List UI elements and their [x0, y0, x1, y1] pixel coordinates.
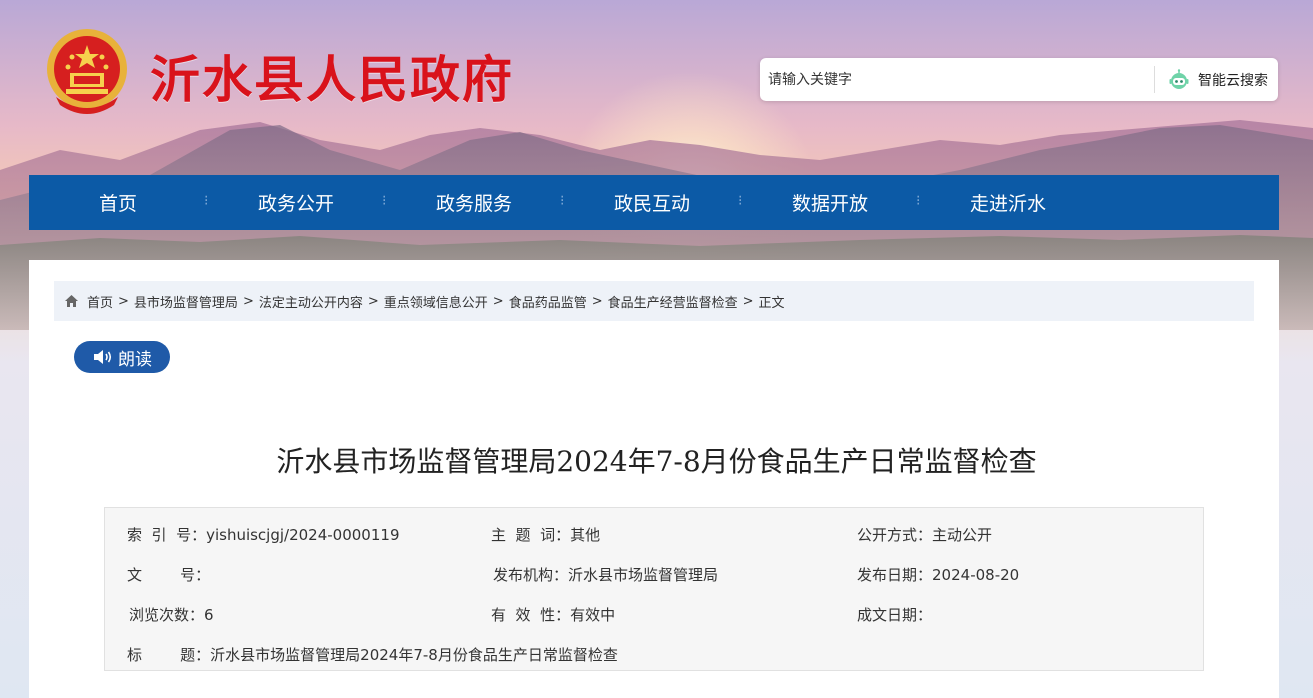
- nav-item-about-yishui[interactable]: 走进沂水: [919, 189, 1097, 216]
- metadata-row: 索 引 号：yishuiscjgj/2024-0000119 主 题 词：其他 …: [105, 524, 1205, 544]
- publisher-label: 发布机构：: [493, 566, 569, 584]
- search-box: 智能云搜索: [760, 58, 1278, 101]
- metadata-row: 标 题：沂水县市场监督管理局2024年7-8月份食品生产日常监督检查: [105, 644, 1205, 664]
- index-label: 索 引 号：: [127, 526, 207, 544]
- breadcrumb: 首页 > 县市场监督管理局 > 法定主动公开内容 > 重点领域信息公开 > 食品…: [54, 281, 1254, 321]
- metadata-topic: 主 题 词：其他: [491, 524, 600, 545]
- metadata-views: 浏览次数：6: [129, 604, 214, 625]
- main-nav: 首页 ⁝ 政务公开 ⁝ 政务服务 ⁝ 政民互动 ⁝ 数据开放 ⁝ 走进沂水: [29, 175, 1279, 230]
- doc-number-label: 文 号：: [127, 566, 211, 584]
- breadcrumb-item-home[interactable]: 首页: [87, 292, 113, 311]
- metadata-publish-date: 发布日期：2024-08-20: [857, 564, 1019, 585]
- breadcrumb-separator: >: [742, 293, 754, 309]
- nav-item-government-services[interactable]: 政务服务: [385, 189, 563, 216]
- breadcrumb-item-food-drug[interactable]: 食品药品监管: [509, 292, 587, 311]
- breadcrumb-item-food-inspection[interactable]: 食品生产经营监督检查: [608, 292, 738, 311]
- title-value: 沂水县市场监督管理局2024年7-8月份食品生产日常监督检查: [210, 646, 618, 664]
- index-value: yishuiscjgj/2024-0000119: [206, 526, 400, 544]
- written-date-label: 成文日期：: [857, 606, 933, 624]
- metadata-publisher: 发布机构：沂水县市场监督管理局: [493, 564, 718, 585]
- breadcrumb-separator: >: [492, 293, 504, 309]
- metadata-row: 浏览次数：6 有 效 性：有效中 成文日期：: [105, 604, 1205, 624]
- views-value: 6: [204, 606, 214, 624]
- title-label: 标 题：: [127, 646, 211, 664]
- document-title: 沂水县市场监督管理局2024年7-8月份食品生产日常监督检查: [276, 445, 1037, 478]
- metadata-title: 标 题：沂水县市场监督管理局2024年7-8月份食品生产日常监督检查: [127, 644, 618, 665]
- search-divider: [1154, 66, 1155, 93]
- nav-item-home[interactable]: 首页: [29, 189, 207, 216]
- views-label: 浏览次数：: [129, 606, 205, 624]
- breadcrumb-separator: >: [591, 293, 603, 309]
- publisher-value: 沂水县市场监督管理局: [568, 566, 719, 584]
- robot-icon: [1169, 68, 1189, 89]
- publish-date-label: 发布日期：: [857, 566, 933, 584]
- nav-item-interaction[interactable]: 政民互动: [563, 189, 741, 216]
- site-title: 沂水县人民政府: [150, 51, 514, 109]
- breadcrumb-item-statutory-disclosure[interactable]: 法定主动公开内容: [259, 292, 363, 311]
- validity-label: 有 效 性：: [491, 606, 571, 624]
- breadcrumb-separator: >: [242, 293, 254, 309]
- metadata-open-mode: 公开方式：主动公开: [857, 524, 992, 545]
- read-aloud-label: 朗读: [118, 349, 152, 370]
- nav-item-open-data[interactable]: 数据开放: [741, 189, 919, 216]
- national-emblem-icon: [47, 29, 127, 114]
- publish-date-value: 2024-08-20: [932, 566, 1020, 584]
- breadcrumb-current: 正文: [758, 295, 785, 311]
- search-button[interactable]: 智能云搜索: [1160, 64, 1276, 95]
- breadcrumb-separator: >: [118, 293, 129, 309]
- search-button-label: 智能云搜索: [1198, 72, 1268, 89]
- metadata-validity: 有 效 性：有效中: [491, 604, 615, 625]
- metadata-written-date: 成文日期：: [857, 604, 932, 625]
- read-aloud-button[interactable]: 朗读: [74, 341, 170, 373]
- nav-item-government-affairs[interactable]: 政务公开: [207, 189, 385, 216]
- open-mode-value: 主动公开: [932, 526, 993, 544]
- metadata-index: 索 引 号：yishuiscjgj/2024-0000119: [127, 524, 399, 545]
- breadcrumb-item-market-bureau[interactable]: 县市场监督管理局: [134, 292, 238, 311]
- document-metadata: 索 引 号：yishuiscjgj/2024-0000119 主 题 词：其他 …: [104, 507, 1204, 671]
- breadcrumb-item-key-areas[interactable]: 重点领域信息公开: [384, 292, 488, 311]
- topic-label: 主 题 词：: [491, 526, 571, 544]
- metadata-row: 文 号： 发布机构：沂水县市场监督管理局 发布日期：2024-08-20: [105, 564, 1205, 584]
- search-input[interactable]: [768, 66, 1148, 93]
- open-mode-label: 公开方式：: [857, 526, 933, 544]
- topic-value: 其他: [570, 526, 601, 544]
- speaker-icon: [94, 350, 112, 364]
- breadcrumb-separator: >: [367, 293, 379, 309]
- validity-value: 有效中: [570, 606, 616, 624]
- metadata-doc-number: 文 号：: [127, 564, 210, 585]
- home-icon: [65, 295, 78, 307]
